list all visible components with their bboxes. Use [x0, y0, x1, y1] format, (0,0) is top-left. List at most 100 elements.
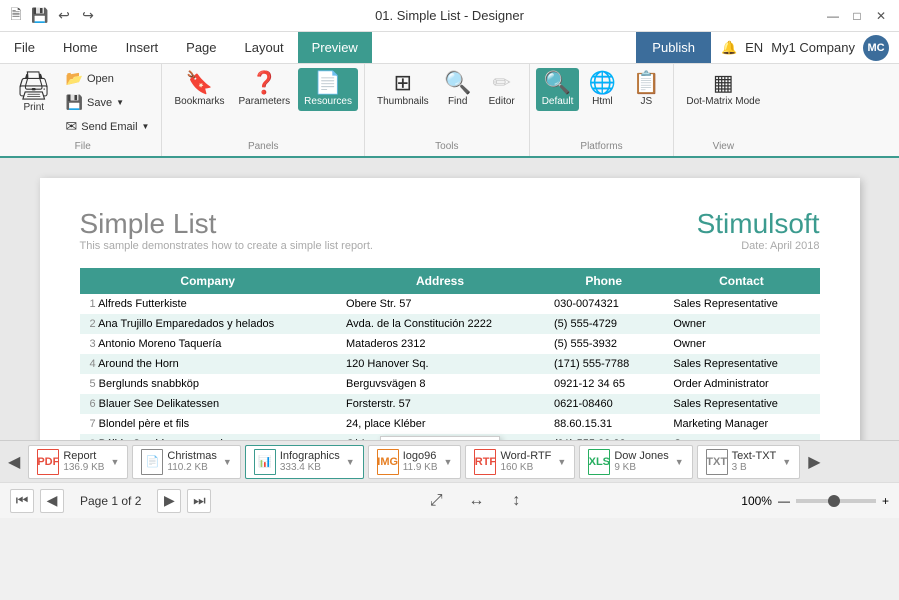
- file-tab-arrow[interactable]: ▼: [346, 457, 355, 467]
- content-area: Simple List This sample demonstrates how…: [0, 158, 899, 440]
- editor-label: Editor: [489, 96, 515, 107]
- html-button[interactable]: 🌐 Html: [581, 68, 623, 111]
- menu-file[interactable]: File: [0, 32, 49, 63]
- menu-layout[interactable]: Layout: [231, 32, 298, 63]
- redo-btn[interactable]: ↪: [80, 8, 96, 24]
- file-tab-report[interactable]: PDF Report 136.9 KB ▼: [28, 445, 128, 479]
- cell-contact: Order Administrator: [663, 374, 819, 394]
- first-page-btn[interactable]: ⏮: [10, 489, 34, 513]
- minimize-btn[interactable]: —: [823, 6, 843, 26]
- file-tab-arrow[interactable]: ▼: [110, 457, 119, 467]
- html-label: Html: [592, 96, 613, 107]
- fit-page-btn[interactable]: ⤢: [424, 489, 448, 513]
- cell-phone: 0921-12 34 65: [544, 374, 663, 394]
- cell-phone: (5) 555-4729: [544, 314, 663, 334]
- file-tab-arrow[interactable]: ▼: [782, 457, 791, 467]
- find-label: Find: [448, 96, 467, 107]
- menu-insert[interactable]: Insert: [112, 32, 173, 63]
- file-tab-christmas[interactable]: 📄 Christmas 110.2 KB ▼: [132, 445, 240, 479]
- last-page-btn[interactable]: ⏭: [187, 489, 211, 513]
- col-phone: Phone: [544, 268, 663, 294]
- parameters-button[interactable]: ❓ Parameters: [232, 68, 296, 111]
- close-btn[interactable]: ✕: [871, 6, 891, 26]
- report-page: Simple List This sample demonstrates how…: [40, 178, 860, 440]
- file-tab-icon: XLS: [588, 449, 610, 475]
- file-tab-arrow[interactable]: ▼: [223, 457, 232, 467]
- zoom-slider[interactable]: [796, 499, 876, 503]
- file-tab-info: Word-RTF 160 KB: [500, 450, 551, 473]
- menu-page[interactable]: Page: [172, 32, 230, 63]
- table-row: 6 Blauer See Delikatessen Forsterstr. 57…: [80, 394, 820, 414]
- file-tab-icon: 📄: [141, 449, 163, 475]
- zoom-controls: 100% — +: [741, 494, 889, 508]
- dot-matrix-button[interactable]: ▦ Dot-Matrix Mode: [680, 68, 766, 111]
- table-row: 2 Ana Trujillo Emparedados y helados Avd…: [80, 314, 820, 334]
- ribbon-file-items: 🖨 Print 📂 Open 💾 Save ▼ ✉ Send Email ▼: [10, 68, 155, 137]
- file-tab-arrow[interactable]: ▼: [675, 457, 684, 467]
- tools-group-label: Tools: [435, 137, 458, 152]
- default-button[interactable]: 🔍 Default: [536, 68, 580, 111]
- find-button[interactable]: 🔍 Find: [437, 68, 479, 111]
- file-tab-icon: RTF: [474, 449, 496, 475]
- language-label: EN: [745, 40, 763, 55]
- send-email-button[interactable]: ✉ Send Email ▼: [60, 116, 156, 137]
- resources-label: Resources: [304, 96, 352, 107]
- publish-button[interactable]: Publish: [636, 32, 711, 63]
- cell-contact: Sales Representative: [663, 394, 819, 414]
- file-tab-word-rtf[interactable]: RTF Word-RTF 160 KB ▼: [465, 445, 575, 479]
- menu-preview[interactable]: Preview: [298, 32, 372, 63]
- print-button[interactable]: 🖨 Print: [10, 68, 58, 117]
- cell-phone: 88.60.15.31: [544, 414, 663, 434]
- open-icon: 📂: [66, 70, 83, 87]
- file-tab-icon: PDF: [37, 449, 59, 475]
- file-tab-arrow[interactable]: ▼: [557, 457, 566, 467]
- file-tab-arrow[interactable]: ▼: [444, 457, 453, 467]
- fit-width-btn[interactable]: ↔: [464, 489, 488, 513]
- file-tabs-container: PDF Report 136.9 KB ▼ 📄 Christmas 110.2 …: [28, 445, 800, 479]
- bookmarks-button[interactable]: 🔖 Bookmarks: [168, 68, 230, 111]
- file-tab-text-txt[interactable]: TXT Text-TXT 3 B ▼: [697, 445, 801, 479]
- col-contact: Contact: [663, 268, 819, 294]
- file-tab-logo96[interactable]: IMG Iogo96 11.9 KB ▼: [368, 445, 462, 479]
- context-menu: View Save File: [380, 436, 500, 440]
- fit-height-btn[interactable]: ↕: [504, 489, 528, 513]
- save-label: Save: [87, 97, 112, 109]
- company-badge[interactable]: MC: [863, 35, 889, 61]
- print-label: Print: [23, 102, 44, 113]
- js-button[interactable]: 📋 JS: [625, 68, 667, 111]
- cell-contact: Owner: [663, 314, 819, 334]
- cell-address: Obere Str. 57: [336, 294, 544, 314]
- cell-address: 24, place Kléber: [336, 414, 544, 434]
- maximize-btn[interactable]: □: [847, 6, 867, 26]
- open-button[interactable]: 📂 Open: [60, 68, 156, 89]
- file-tab-dow-jones[interactable]: XLS Dow Jones 9 KB ▼: [579, 445, 692, 479]
- menu-home[interactable]: Home: [49, 32, 112, 63]
- prev-page-btn[interactable]: ◀: [40, 489, 64, 513]
- editor-button[interactable]: ✏ Editor: [481, 68, 523, 111]
- context-view[interactable]: View: [381, 437, 499, 440]
- next-page-btn[interactable]: ▶: [157, 489, 181, 513]
- platforms-group-label: Platforms: [580, 137, 622, 152]
- title-bar-left: 🗎 💾 ↩ ↪: [8, 8, 96, 24]
- save-button[interactable]: 💾 Save ▼: [60, 92, 156, 113]
- resources-button[interactable]: 📄 Resources: [298, 68, 358, 111]
- thumbnails-button[interactable]: ⊞ Thumbnails: [371, 68, 435, 111]
- tab-scroll-left[interactable]: ◀: [4, 452, 24, 472]
- file-tab-infographics[interactable]: 📊 Infographics 333.4 KB ▼: [245, 445, 364, 479]
- cell-company: 7 Blondel père et fils: [80, 414, 337, 434]
- company-name: My1 Company: [771, 40, 855, 55]
- zoom-minus-icon[interactable]: —: [778, 494, 790, 508]
- tab-scroll-right[interactable]: ▶: [804, 452, 824, 472]
- undo-btn[interactable]: ↩: [56, 8, 72, 24]
- file-tab-info: Report 136.9 KB: [63, 450, 104, 473]
- view-group-label: View: [713, 137, 735, 152]
- bell-icon[interactable]: 🔔: [721, 40, 737, 56]
- menu-bar-right: 🔔 EN My1 Company MC: [711, 32, 899, 63]
- parameters-icon: ❓: [251, 72, 278, 94]
- save-title-btn[interactable]: 💾: [32, 8, 48, 24]
- report-header: Simple List This sample demonstrates how…: [80, 208, 820, 256]
- zoom-plus-icon[interactable]: +: [882, 494, 889, 508]
- email-icon: ✉: [66, 118, 78, 135]
- report-brand: Stimulsoft: [697, 208, 820, 240]
- ribbon-group-file: 🖨 Print 📂 Open 💾 Save ▼ ✉ Send Email ▼: [4, 64, 162, 156]
